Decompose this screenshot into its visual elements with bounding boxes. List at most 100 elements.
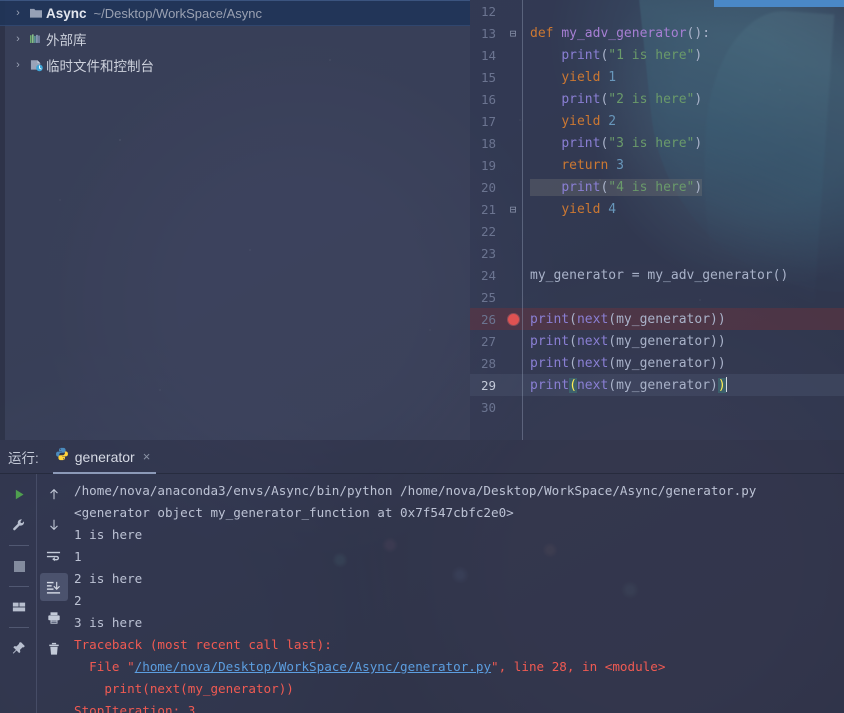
console-line: 1 (74, 546, 838, 568)
code-line[interactable]: 22 (470, 220, 844, 242)
line-number: 24 (470, 268, 504, 283)
chevron-right-icon[interactable]: › (10, 34, 26, 45)
code-text: print("2 is here") (522, 92, 702, 107)
line-number: 14 (470, 48, 504, 63)
line-number: 19 (470, 158, 504, 173)
line-number: 22 (470, 224, 504, 239)
project-tool-window: › Async ~/Desktop/WorkSpace/Async › 外部库 › 临时文件… (0, 0, 470, 440)
rerun-button[interactable] (5, 480, 33, 508)
console-line: /home/nova/anaconda3/envs/Async/bin/pyth… (74, 480, 838, 502)
console-line: Traceback (most recent call last): (74, 634, 838, 656)
code-line[interactable]: 21 ⊟ yield 4 (470, 198, 844, 220)
run-toolbar-left[interactable] (2, 474, 36, 713)
code-line[interactable]: 16 print("2 is here") (470, 88, 844, 110)
code-line[interactable]: 23 (470, 242, 844, 264)
tree-row-async[interactable]: › Async ~/Desktop/WorkSpace/Async (0, 0, 470, 26)
stop-button[interactable] (5, 552, 33, 580)
code-text: my_generator = my_adv_generator() (522, 268, 788, 283)
line-number: 20 (470, 180, 504, 195)
code-line[interactable]: 18 print("3 is here") (470, 132, 844, 154)
fold-toggle-icon[interactable]: ⊟ (504, 204, 522, 215)
chevron-right-icon[interactable]: › (10, 8, 26, 19)
tree-node-label: 临时文件和控制台 (46, 55, 154, 75)
soft-wrap-button[interactable] (40, 542, 68, 570)
run-tab-generator[interactable]: generator × (53, 442, 157, 472)
line-number: 21 (470, 202, 504, 217)
code-line[interactable]: 29 print(next(my_generator)) (470, 374, 844, 396)
run-tool-window: 运行: generator × /home/nova/anaconda3/env… (0, 440, 844, 713)
tree-node-path: ~/Desktop/WorkSpace/Async (94, 6, 262, 21)
fold-toggle-icon[interactable]: ⊟ (504, 28, 522, 39)
console-output[interactable]: /home/nova/anaconda3/envs/Async/bin/pyth… (70, 474, 844, 713)
line-number: 29 (470, 378, 504, 393)
print-button[interactable] (40, 604, 68, 632)
line-number: 25 (470, 290, 504, 305)
code-text: yield 4 (522, 202, 616, 217)
code-text: print(next(my_generator)) (522, 312, 726, 327)
console-line: 2 (74, 590, 838, 612)
code-line[interactable]: 30 (470, 396, 844, 418)
console-line: StopIteration: 3 (74, 700, 838, 713)
tree-row-node-1[interactable]: › 外部库 (0, 26, 470, 52)
toolbar-separator (9, 545, 29, 546)
up-the-stack-trace-button[interactable] (40, 480, 68, 508)
clear-all-button[interactable] (40, 635, 68, 663)
code-text: print("1 is here") (522, 48, 702, 63)
console-line: 1 is here (74, 524, 838, 546)
run-tool-window-header: 运行: generator × (0, 440, 844, 474)
tree-node-label: 外部库 (46, 29, 87, 49)
fold-icon[interactable]: ⊟ (510, 28, 517, 39)
layout-button[interactable] (5, 593, 33, 621)
traceback-file-link[interactable]: /home/nova/Desktop/WorkSpace/Async/gener… (135, 659, 491, 674)
run-toolbar-right[interactable] (36, 474, 70, 713)
line-number: 16 (470, 92, 504, 107)
fold-icon[interactable]: ⊟ (510, 204, 517, 215)
breakpoint-icon[interactable] (504, 314, 522, 325)
console-line: print(next(my_generator)) (74, 678, 838, 700)
breakpoint-dot[interactable] (508, 314, 519, 325)
code-text: print(next(my_generator)) (522, 356, 726, 371)
scroll-to-end-button[interactable] (40, 573, 68, 601)
code-editor[interactable]: 1213⊟def my_adv_generator():14 print("1 … (470, 0, 844, 440)
line-number: 12 (470, 4, 504, 19)
code-line[interactable]: 15 yield 1 (470, 66, 844, 88)
code-line[interactable]: 26print(next(my_generator)) (470, 308, 844, 330)
line-number: 28 (470, 356, 504, 371)
console-line: 3 is here (74, 612, 838, 634)
down-the-stack-trace-button[interactable] (40, 511, 68, 539)
code-lines[interactable]: 1213⊟def my_adv_generator():14 print("1 … (470, 0, 844, 418)
project-tree[interactable]: › Async ~/Desktop/WorkSpace/Async › 外部库 › 临时文件… (0, 0, 470, 78)
pin-tab-button[interactable] (5, 634, 33, 662)
code-text: print(next(my_generator)) (522, 334, 726, 349)
chevron-right-icon[interactable]: › (10, 60, 26, 71)
code-line[interactable]: 17 yield 2 (470, 110, 844, 132)
run-tab-label: generator (75, 449, 135, 465)
code-line[interactable]: 27print(next(my_generator)) (470, 330, 844, 352)
code-text: yield 2 (522, 114, 616, 129)
tree-row-node-2[interactable]: › 临时文件和控制台 (0, 52, 470, 78)
line-number: 18 (470, 136, 504, 151)
run-window-label: 运行: (8, 447, 39, 467)
code-line[interactable]: 25 (470, 286, 844, 308)
code-line[interactable]: 24 my_generator = my_adv_generator() (470, 264, 844, 286)
editor-horizontal-scrollbar[interactable] (714, 0, 844, 7)
code-line[interactable]: 13⊟def my_adv_generator(): (470, 22, 844, 44)
folder-icon (26, 7, 46, 19)
toolbar-separator (9, 586, 29, 587)
python-file-icon (55, 447, 69, 466)
toolbar-separator (9, 627, 29, 628)
code-text: return 3 (522, 158, 624, 173)
ide-window: › Async ~/Desktop/WorkSpace/Async › 外部库 › 临时文件… (0, 0, 844, 713)
code-line[interactable]: 14 print("1 is here") (470, 44, 844, 66)
close-icon[interactable]: × (143, 449, 151, 464)
tree-node-label: Async (46, 6, 87, 21)
code-line[interactable]: 28 print(next(my_generator)) (470, 352, 844, 374)
code-line[interactable]: 20 print("4 is here") (470, 176, 844, 198)
line-number: 17 (470, 114, 504, 129)
code-text: print(next(my_generator)) (522, 377, 727, 393)
settings-wrench-button[interactable] (5, 511, 33, 539)
console-line: <generator object my_generator_function … (74, 502, 838, 524)
line-number: 30 (470, 400, 504, 415)
gutter-divider (522, 0, 523, 440)
code-line[interactable]: 19 return 3 (470, 154, 844, 176)
